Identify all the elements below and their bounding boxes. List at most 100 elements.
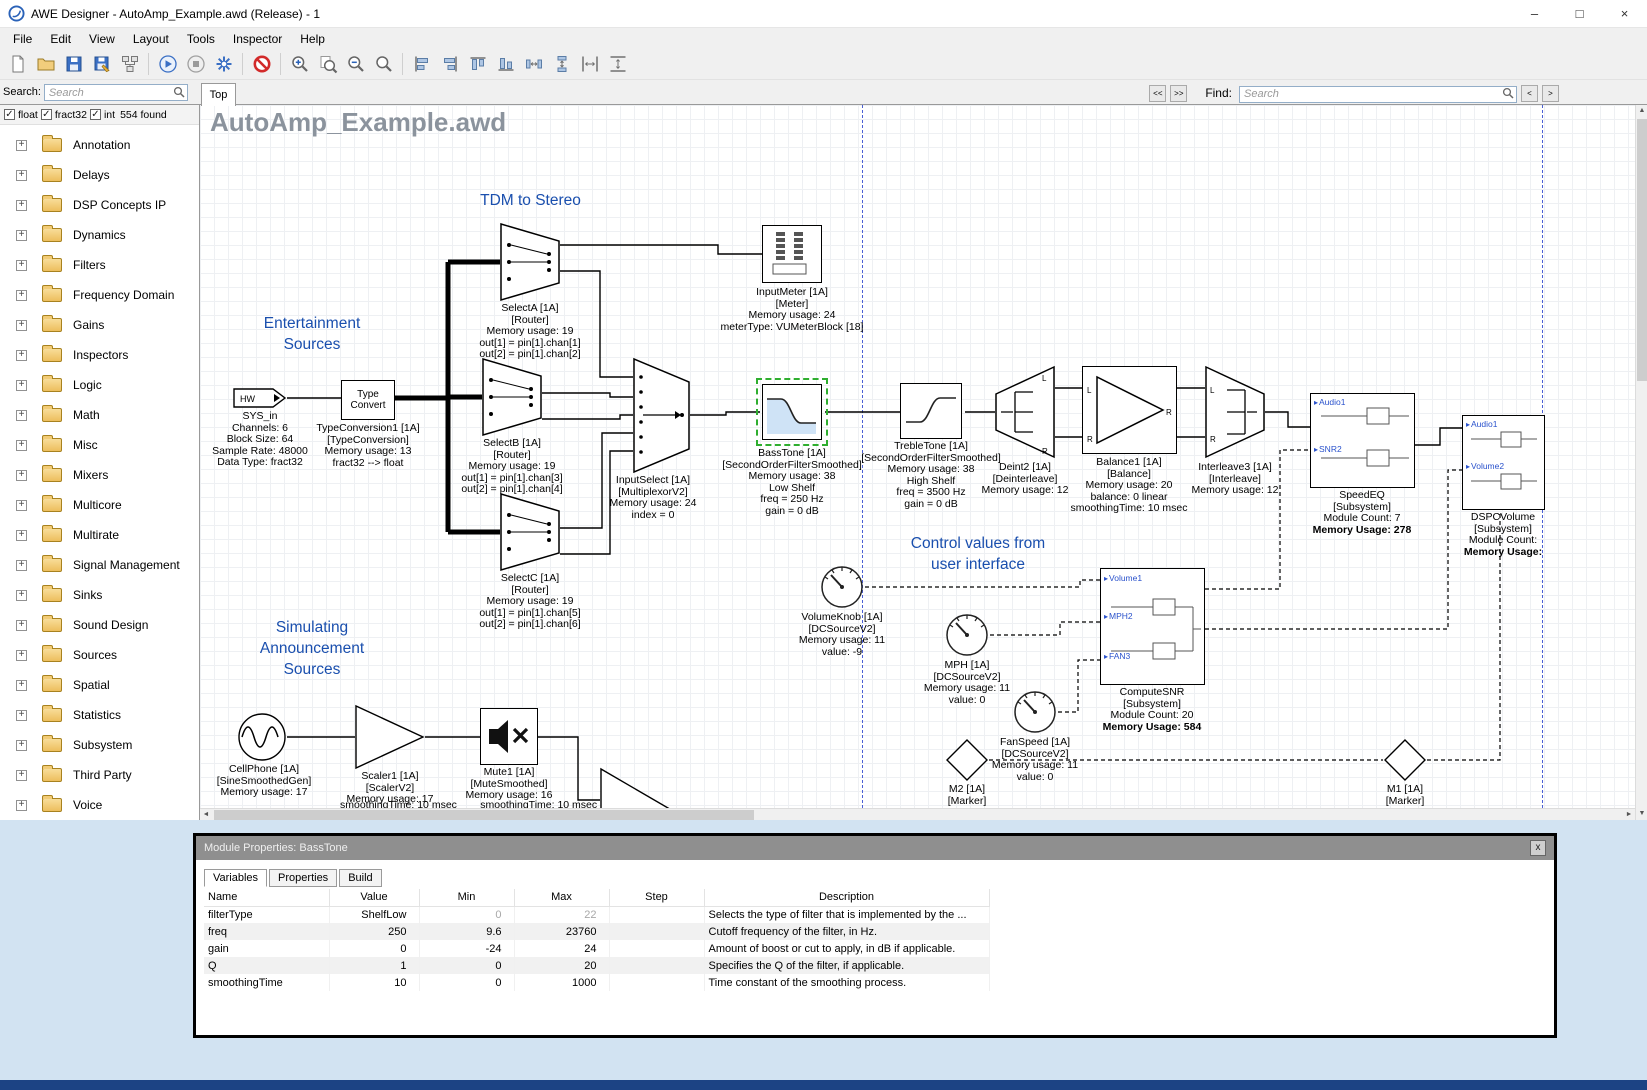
minimize-button[interactable]: – — [1512, 0, 1557, 27]
menu-edit[interactable]: Edit — [41, 30, 80, 48]
maximize-button[interactable]: □ — [1557, 0, 1602, 27]
block-balance1[interactable]: LRR — [1082, 366, 1177, 454]
block-mph[interactable] — [944, 612, 990, 658]
sidebar-item-sound-design[interactable]: Sound Design — [0, 610, 199, 640]
sidebar-item-frequency-domain[interactable]: Frequency Domain — [0, 280, 199, 310]
align-right-button[interactable] — [436, 51, 463, 78]
zoom-select-button[interactable] — [370, 51, 397, 78]
find-next-all-button[interactable]: >> — [1170, 85, 1187, 102]
expand-icon[interactable] — [16, 260, 27, 271]
close-icon[interactable] — [1530, 840, 1546, 856]
block-select-a[interactable] — [500, 223, 560, 301]
find-prev-all-button[interactable]: << — [1149, 85, 1166, 102]
fract32-checkbox[interactable] — [41, 109, 52, 120]
expand-icon[interactable] — [16, 290, 27, 301]
sidebar-item-signal-management[interactable]: Signal Management — [0, 550, 199, 580]
sidebar-item-mixers[interactable]: Mixers — [0, 460, 199, 490]
zoom-out-button[interactable] — [342, 51, 369, 78]
close-button[interactable]: × — [1602, 0, 1647, 27]
menu-inspector[interactable]: Inspector — [224, 30, 291, 48]
sidebar-item-spatial[interactable]: Spatial — [0, 670, 199, 700]
block-interleave3[interactable]: LR — [1205, 366, 1265, 458]
menu-view[interactable]: View — [80, 30, 124, 48]
block-deint2[interactable]: LR — [995, 366, 1055, 458]
expand-icon[interactable] — [16, 380, 27, 391]
stop-button[interactable] — [182, 51, 209, 78]
expand-icon[interactable] — [16, 620, 27, 631]
expand-icon[interactable] — [16, 710, 27, 721]
table-row-gain[interactable]: gain 0 -24 24 Amount of boost or cut to … — [204, 940, 989, 957]
table-row-filtertype[interactable]: filterType ShelfLow 0 22 Selects the typ… — [204, 906, 989, 923]
tab-build[interactable]: Build — [339, 869, 381, 887]
save-button[interactable] — [60, 51, 87, 78]
configure-button[interactable] — [210, 51, 237, 78]
table-row-q[interactable]: Q 1 0 20 Specifies the Q of the filter, … — [204, 957, 989, 974]
block-treble-tone[interactable] — [900, 383, 962, 439]
sidebar-item-logic[interactable]: Logic — [0, 370, 199, 400]
block-fan-speed[interactable] — [1012, 689, 1058, 735]
block-m2-marker[interactable] — [945, 738, 989, 782]
menu-layout[interactable]: Layout — [124, 30, 178, 48]
menu-file[interactable]: File — [4, 30, 41, 48]
vertical-scrollbar-thumb[interactable] — [1637, 119, 1647, 381]
tab-properties[interactable]: Properties — [269, 869, 337, 887]
sidebar-item-filters[interactable]: Filters — [0, 250, 199, 280]
cell-value[interactable]: 10 — [329, 974, 419, 991]
cell-value[interactable]: ShelfLow — [329, 906, 419, 923]
block-bass-tone[interactable] — [762, 384, 822, 440]
sidebar-item-inspectors[interactable]: Inspectors — [0, 340, 199, 370]
sidebar-item-voice[interactable]: Voice — [0, 790, 199, 820]
align-left-button[interactable] — [408, 51, 435, 78]
cell-value[interactable]: 250 — [329, 923, 419, 940]
sidebar-item-subsystem[interactable]: Subsystem — [0, 730, 199, 760]
sidebar-item-math[interactable]: Math — [0, 400, 199, 430]
expand-icon[interactable] — [16, 320, 27, 331]
new-file-button[interactable] — [4, 51, 31, 78]
block-sys-in[interactable]: HW — [233, 388, 287, 408]
horizontal-scrollbar-thumb[interactable] — [214, 810, 754, 820]
block-compute-snr[interactable]: Volume1 MPH2 FAN3 — [1100, 568, 1205, 685]
block-mute1[interactable] — [480, 708, 538, 765]
space-horizontal-button[interactable] — [576, 51, 603, 78]
menu-tools[interactable]: Tools — [178, 30, 224, 48]
block-dspc-volume[interactable]: Audio1 Volume2 — [1462, 415, 1545, 510]
open-file-button[interactable] — [32, 51, 59, 78]
cell-value[interactable]: 0 — [329, 940, 419, 957]
expand-icon[interactable] — [16, 140, 27, 151]
block-type-conversion[interactable]: Type Convert — [341, 380, 395, 420]
block-select-b[interactable] — [482, 358, 542, 436]
module-search-input[interactable] — [44, 84, 188, 101]
tab-variables[interactable]: Variables — [204, 869, 267, 887]
sidebar-item-sources[interactable]: Sources — [0, 640, 199, 670]
expand-icon[interactable] — [16, 650, 27, 661]
float-checkbox[interactable] — [4, 109, 15, 120]
zoom-in-button[interactable] — [286, 51, 313, 78]
expand-icon[interactable] — [16, 410, 27, 421]
block-select-c[interactable] — [500, 493, 560, 571]
expand-icon[interactable] — [16, 680, 27, 691]
distribute-vertical-button[interactable] — [548, 51, 575, 78]
propagate-button[interactable] — [116, 51, 143, 78]
sidebar-item-statistics[interactable]: Statistics — [0, 700, 199, 730]
cell-value[interactable]: 1 — [329, 957, 419, 974]
canvas-tab-top[interactable]: Top — [201, 83, 236, 106]
table-row-smoothingtime[interactable]: smoothingTime 10 0 1000 Time constant of… — [204, 974, 989, 991]
expand-icon[interactable] — [16, 590, 27, 601]
sidebar-item-dsp-concepts-ip[interactable]: DSP Concepts IP — [0, 190, 199, 220]
sidebar-item-gains[interactable]: Gains — [0, 310, 199, 340]
find-prev-button[interactable]: < — [1521, 85, 1538, 102]
expand-icon[interactable] — [16, 170, 27, 181]
sidebar-item-annotation[interactable]: Annotation — [0, 130, 199, 160]
block-scaler1[interactable] — [355, 705, 425, 769]
expand-icon[interactable] — [16, 740, 27, 751]
save-as-button[interactable] — [88, 51, 115, 78]
halt-audio-button[interactable] — [248, 51, 275, 78]
block-input-select[interactable] — [633, 358, 690, 473]
block-input-meter[interactable] — [762, 225, 822, 283]
sidebar-item-delays[interactable]: Delays — [0, 160, 199, 190]
table-row-freq[interactable]: freq 250 9.6 23760 Cutoff frequency of t… — [204, 923, 989, 940]
align-bottom-button[interactable] — [492, 51, 519, 78]
sidebar-item-third-party[interactable]: Third Party — [0, 760, 199, 790]
sidebar-item-dynamics[interactable]: Dynamics — [0, 220, 199, 250]
expand-icon[interactable] — [16, 200, 27, 211]
